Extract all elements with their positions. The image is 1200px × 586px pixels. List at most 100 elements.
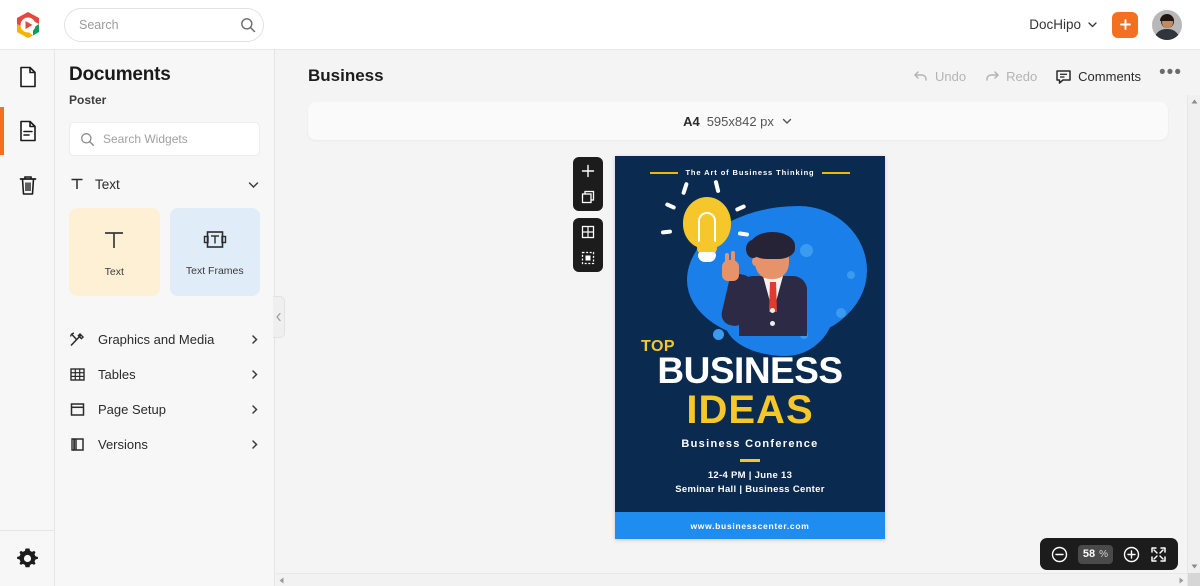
bulb-ray bbox=[665, 202, 677, 210]
chevron-down-icon bbox=[1087, 19, 1098, 30]
page-tools bbox=[573, 157, 603, 272]
logo-container[interactable] bbox=[0, 10, 56, 40]
redo-button[interactable]: Redo bbox=[984, 68, 1037, 84]
redo-arrow-icon bbox=[984, 68, 1000, 84]
lightbulb-filament bbox=[698, 212, 716, 242]
poster-footer: www.businesscenter.com bbox=[615, 512, 885, 539]
add-page-button[interactable] bbox=[580, 163, 596, 179]
decor-dot bbox=[713, 329, 724, 340]
panel-menu: Graphics and Media T bbox=[69, 322, 260, 462]
chevron-right-icon bbox=[249, 439, 260, 450]
account-menu[interactable]: DocHipo bbox=[1029, 17, 1098, 32]
comments-button[interactable]: Comments bbox=[1055, 68, 1141, 85]
panel-collapse-handle[interactable] bbox=[273, 296, 285, 338]
undo-label: Undo bbox=[935, 69, 966, 84]
global-search[interactable] bbox=[64, 8, 264, 42]
menu-item-label: Versions bbox=[98, 437, 148, 452]
decor-dot bbox=[836, 308, 846, 318]
duplicate-page-button[interactable] bbox=[580, 189, 596, 205]
rail-item-settings[interactable] bbox=[0, 530, 55, 586]
gear-icon bbox=[15, 546, 40, 571]
rail-item-trash[interactable] bbox=[0, 158, 55, 212]
bulb-ray bbox=[681, 182, 689, 196]
section-label: Text bbox=[95, 177, 120, 192]
page-size-format: A4 bbox=[683, 114, 700, 129]
widget-tile-text-frames[interactable]: Text Frames bbox=[170, 208, 261, 296]
menu-item-label: Graphics and Media bbox=[98, 332, 214, 347]
more-options-button[interactable]: ••• bbox=[1159, 62, 1182, 90]
section-header-text[interactable]: Text bbox=[69, 176, 260, 194]
page-actions-group bbox=[573, 157, 603, 211]
poster-headline: BUSINESS bbox=[615, 352, 885, 389]
chevron-down-icon[interactable] bbox=[781, 115, 793, 127]
header-dash-left bbox=[650, 172, 678, 174]
vertical-scroll-thumb[interactable] bbox=[1188, 573, 1200, 586]
vertical-scrollbar[interactable] bbox=[1187, 95, 1200, 586]
trash-icon bbox=[16, 173, 40, 197]
chevron-down-icon[interactable] bbox=[247, 178, 260, 191]
text-frame-icon bbox=[201, 227, 229, 253]
redo-label: Redo bbox=[1006, 69, 1037, 84]
create-new-button[interactable] bbox=[1112, 12, 1138, 38]
document-lines-icon bbox=[16, 119, 40, 143]
menu-item-label: Page Setup bbox=[98, 402, 166, 417]
panel-subtitle: Poster bbox=[69, 93, 260, 107]
undo-button[interactable]: Undo bbox=[913, 68, 966, 84]
page-title: Documents bbox=[69, 64, 260, 86]
search-input[interactable] bbox=[79, 18, 240, 32]
menu-item-label: Tables bbox=[98, 367, 136, 382]
horizontal-scrollbar[interactable] bbox=[276, 573, 1187, 586]
select-area-button[interactable] bbox=[580, 250, 596, 266]
chevron-right-icon bbox=[249, 369, 260, 380]
page-setup-icon bbox=[69, 401, 86, 418]
page-view-group bbox=[573, 218, 603, 272]
grid-icon bbox=[580, 224, 596, 240]
poster-header-text: The Art of Business Thinking bbox=[685, 168, 814, 177]
page-icon bbox=[16, 65, 40, 89]
table-grid-icon bbox=[69, 366, 86, 383]
lightbulb-base bbox=[698, 252, 716, 262]
widget-tiles: Text Text Frames bbox=[69, 208, 260, 296]
search-icon bbox=[80, 132, 95, 147]
user-avatar[interactable] bbox=[1152, 10, 1182, 40]
topbar-right: DocHipo bbox=[1029, 10, 1200, 40]
versions-icon bbox=[69, 436, 86, 453]
scroll-up-arrow[interactable] bbox=[1188, 95, 1200, 108]
plus-icon bbox=[1118, 17, 1133, 32]
dochipo-editor: DocHipo bbox=[0, 0, 1200, 586]
bulb-ray bbox=[661, 229, 672, 234]
grid-view-button[interactable] bbox=[580, 224, 596, 240]
poster-event-type: Business Conference bbox=[615, 438, 885, 450]
zoom-unit: % bbox=[1099, 549, 1108, 560]
rail-item-my-documents[interactable] bbox=[0, 104, 55, 158]
dashed-square-icon bbox=[580, 250, 596, 266]
poster-url: www.businesscenter.com bbox=[690, 521, 809, 531]
expand-icon[interactable] bbox=[1150, 546, 1167, 563]
menu-item-graphics-and-media[interactable]: Graphics and Media bbox=[69, 322, 260, 357]
comment-bubble-icon bbox=[1055, 68, 1072, 85]
avatar-body bbox=[1154, 29, 1180, 40]
zoom-value-pill[interactable]: 58 % bbox=[1078, 545, 1113, 564]
avatar-hair bbox=[1160, 14, 1174, 21]
widget-search-input[interactable] bbox=[103, 132, 258, 146]
poster-canvas[interactable]: The Art of Business Thinking bbox=[615, 156, 885, 539]
scroll-left-arrow[interactable] bbox=[279, 577, 284, 584]
rail-item-new-document[interactable] bbox=[0, 50, 55, 104]
scroll-down-arrow[interactable] bbox=[1188, 560, 1200, 573]
menu-item-versions[interactable]: Versions bbox=[69, 427, 260, 462]
businessman-finger bbox=[725, 253, 729, 265]
widget-search[interactable] bbox=[69, 122, 260, 156]
poster-time: 12-4 PM | June 13 bbox=[615, 470, 885, 481]
menu-item-page-setup[interactable]: Page Setup bbox=[69, 392, 260, 427]
page-size-bar[interactable]: A4 595x842 px bbox=[308, 102, 1168, 140]
menu-item-tables[interactable]: Tables bbox=[69, 357, 260, 392]
minus-circle-icon[interactable] bbox=[1051, 546, 1068, 563]
chevron-right-icon bbox=[249, 404, 260, 415]
widget-tile-text[interactable]: Text bbox=[69, 208, 160, 296]
scroll-right-arrow[interactable] bbox=[1179, 577, 1184, 584]
text-t-icon bbox=[100, 226, 128, 254]
plus-circle-icon[interactable] bbox=[1123, 546, 1140, 563]
text-t-icon bbox=[69, 176, 85, 192]
poster-header-row: The Art of Business Thinking bbox=[615, 168, 885, 177]
businessman-hair-side bbox=[746, 240, 760, 258]
